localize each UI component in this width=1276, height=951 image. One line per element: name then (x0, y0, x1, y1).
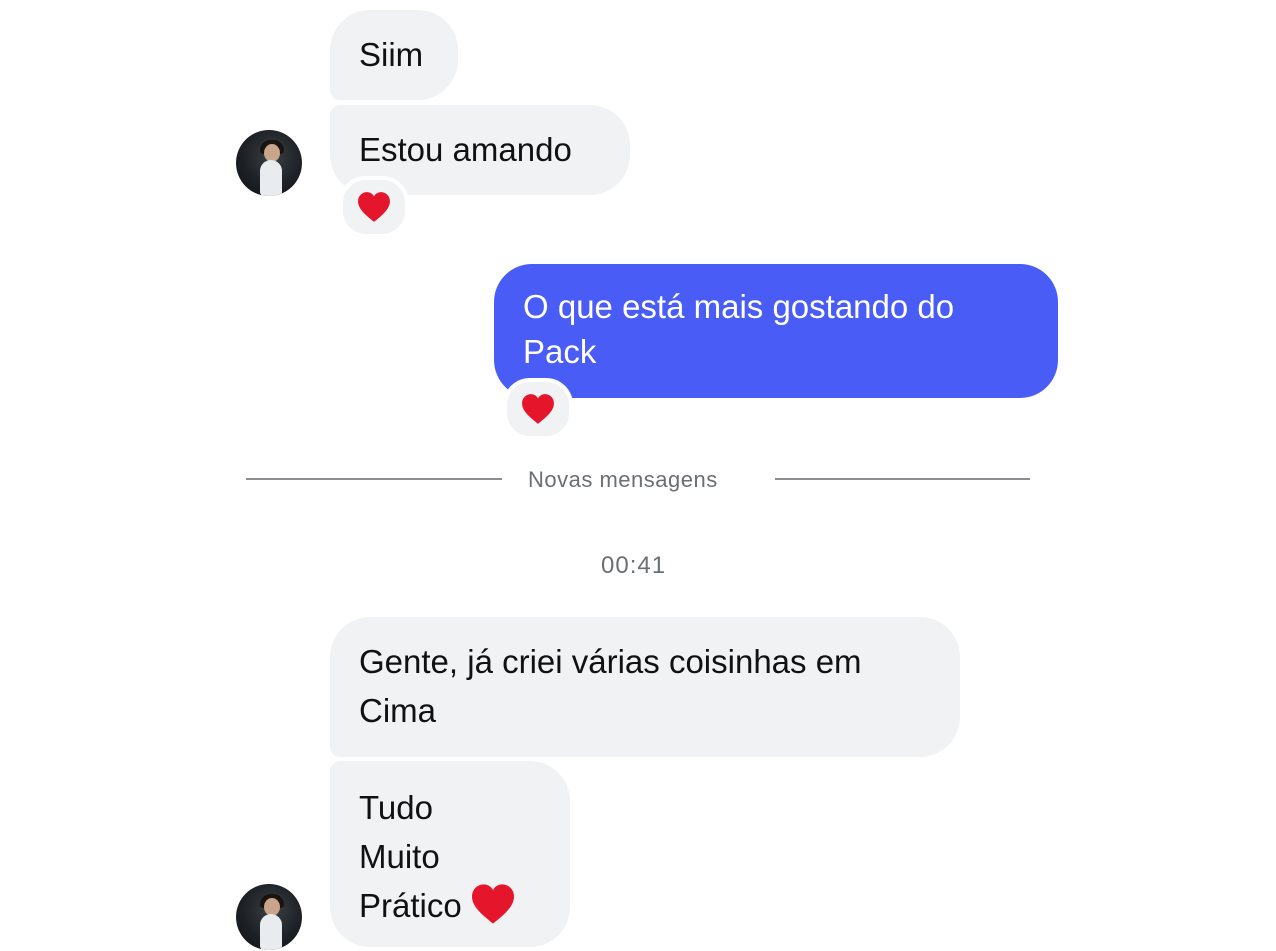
message-text: Prático (359, 887, 462, 924)
outgoing-message-bubble[interactable]: O que está mais gostando do Pack (494, 264, 1058, 398)
message-text-line: Cima (359, 692, 437, 729)
message-text-line: Pack (523, 333, 597, 370)
avatar[interactable] (236, 130, 302, 196)
incoming-message-bubble[interactable]: Siim (330, 10, 458, 100)
message-text: Siim (359, 36, 424, 73)
message-text-line: Muito (359, 838, 440, 875)
heart-emoji-icon (471, 884, 514, 924)
divider-line-right (775, 478, 1030, 480)
reaction-badge[interactable] (339, 176, 409, 238)
incoming-message-bubble[interactable]: Tudo Muito Prático (330, 761, 570, 947)
heart-icon (358, 192, 390, 222)
message-text-line: Prático (359, 881, 570, 930)
divider-line-left (246, 478, 502, 480)
heart-icon (522, 394, 554, 424)
message-timestamp: 00:41 (601, 552, 667, 579)
message-text-line: Tudo (359, 789, 433, 826)
message-text-line: Gente, já criei várias coisinhas em (359, 643, 862, 680)
reaction-badge[interactable] (503, 378, 573, 440)
avatar[interactable] (236, 884, 302, 950)
message-text: Estou amando (359, 131, 572, 168)
incoming-message-bubble[interactable]: Gente, já criei várias coisinhas em Cima (330, 617, 960, 757)
message-text-line: O que está mais gostando do (523, 288, 955, 325)
new-messages-divider-label: Novas mensagens (528, 467, 718, 492)
chat-thread: Siim Estou amando O que está mais gostan… (0, 0, 1276, 951)
